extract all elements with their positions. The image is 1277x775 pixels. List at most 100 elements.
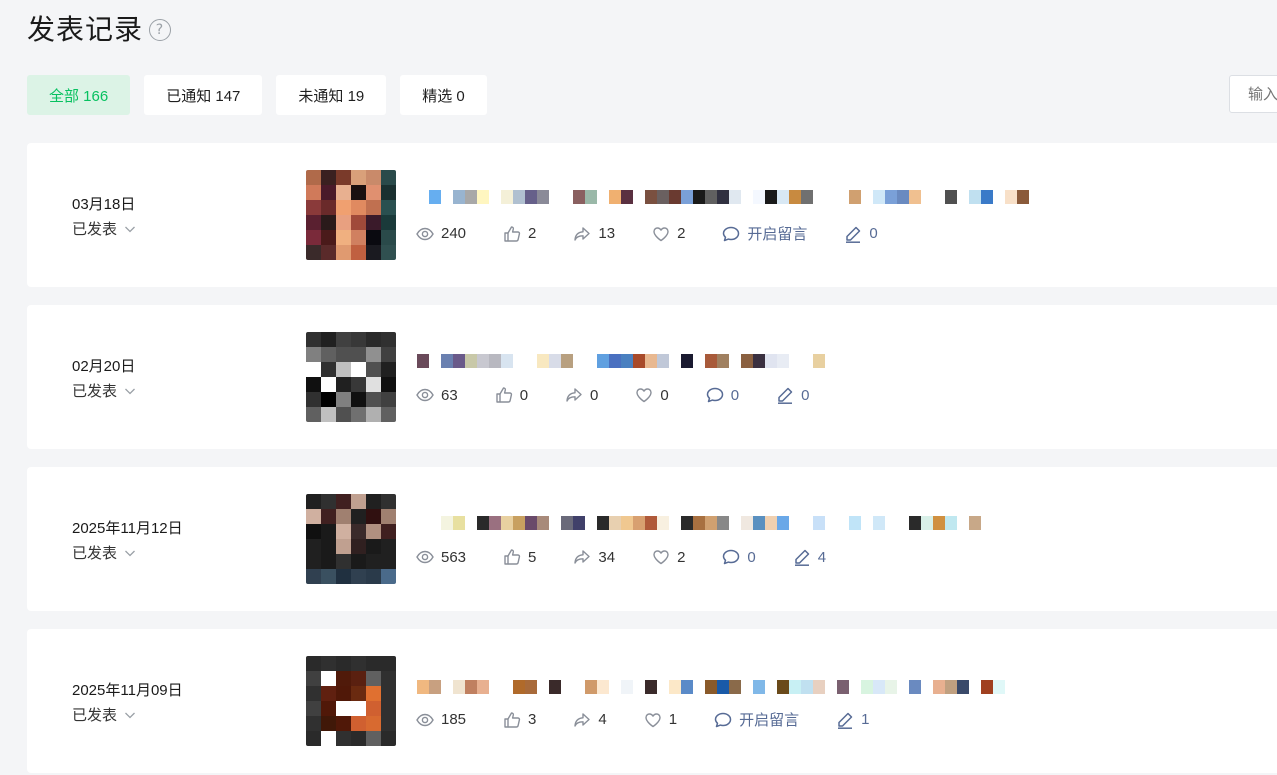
share-icon	[564, 385, 590, 405]
post-thumbnail[interactable]	[306, 332, 396, 422]
post-status-label: 已发表	[72, 545, 118, 562]
like-count: 3	[502, 710, 536, 730]
favorite-count: 0	[634, 385, 669, 405]
post-stats: 63 0 0 0 0 0	[415, 385, 845, 405]
post-status-dropdown[interactable]: 已发表	[72, 704, 137, 725]
thumb-up-icon	[502, 224, 528, 244]
share-icon	[572, 547, 598, 567]
chevron-down-icon	[123, 708, 137, 722]
note-link[interactable]: 4	[792, 547, 826, 567]
like-count: 2	[502, 224, 536, 244]
like-count-value: 2	[528, 225, 537, 242]
comment-link[interactable]: 开启留言	[721, 223, 807, 244]
share-count: 13	[572, 224, 615, 244]
comment-link-value: 0	[730, 386, 740, 404]
page-title-text: 发表记录	[27, 14, 144, 45]
post-status-label: 已发表	[72, 707, 118, 724]
note-link[interactable]: 0	[775, 385, 809, 405]
favorite-count-value: 2	[677, 548, 686, 566]
tab-notified[interactable]: 已通知 147	[144, 75, 263, 115]
note-link-value: 1	[861, 711, 870, 728]
post-status-dropdown[interactable]: 已发表	[72, 542, 137, 563]
help-icon[interactable]: ?	[149, 19, 172, 41]
eye-icon	[415, 385, 441, 405]
eye-icon	[415, 224, 441, 244]
post-status-label: 已发表	[72, 221, 118, 238]
post-thumbnail[interactable]	[306, 656, 396, 746]
thumb-up-icon	[502, 710, 528, 730]
share-count-value: 13	[598, 225, 616, 242]
heart-icon	[643, 710, 669, 730]
favorite-count-value: 1	[668, 711, 678, 728]
note-link[interactable]: 0	[843, 224, 878, 244]
share-count-value: 4	[598, 711, 607, 728]
heart-icon	[651, 547, 677, 567]
post-card[interactable]: 02月20日已发表 63 0 0 0 0 0	[27, 305, 1277, 449]
post-title-blurred[interactable]	[417, 353, 825, 369]
chevron-down-icon	[123, 222, 137, 236]
like-count-value: 0	[519, 386, 529, 404]
post-stats: 185 3 4 1 开启留言 1	[415, 709, 905, 730]
share-count-value: 0	[590, 386, 599, 404]
post-card[interactable]: 2025年11月12日 已发表 563 5 34 2 0 4	[27, 467, 1277, 611]
search-input[interactable]	[1229, 75, 1277, 113]
post-date: 2025年11月12日	[72, 520, 183, 537]
chevron-down-icon	[123, 546, 137, 560]
post-status-dropdown[interactable]: 已发表	[72, 218, 137, 239]
page-title: 发表记录 ?	[27, 8, 172, 48]
comment-link[interactable]: 开启留言	[713, 709, 799, 730]
note-link[interactable]: 1	[835, 710, 869, 730]
view-count-value: 63	[441, 386, 458, 404]
comment-icon	[713, 710, 739, 730]
comment-icon	[721, 547, 747, 567]
share-icon	[572, 224, 598, 244]
filter-tabs: 全部 166 已通知 147 未通知 19 精选 0	[27, 75, 487, 115]
post-title-blurred[interactable]	[417, 515, 981, 531]
post-thumbnail[interactable]	[306, 170, 396, 260]
favorite-count: 2	[651, 224, 685, 244]
tab-featured[interactable]: 精选 0	[400, 75, 487, 115]
comment-icon	[721, 224, 747, 244]
view-count-value: 563	[441, 548, 467, 566]
comment-link-value: 开启留言	[747, 226, 808, 243]
share-count: 0	[564, 385, 598, 405]
share-icon	[572, 710, 598, 730]
note-link-value: 0	[869, 225, 878, 242]
comment-link-value: 开启留言	[739, 712, 800, 729]
post-status-dropdown[interactable]: 已发表	[72, 380, 137, 401]
edit-icon	[775, 385, 801, 405]
chevron-down-icon	[123, 384, 137, 398]
share-count: 34	[572, 547, 615, 567]
favorite-count-value: 2	[677, 225, 686, 242]
view-count-value: 240	[441, 225, 467, 242]
post-stats: 563 5 34 2 0 4	[415, 547, 862, 567]
tab-all[interactable]: 全部 166	[27, 75, 131, 115]
post-card[interactable]: 03月18日 已发表 240 2 13 2 开启留言 0	[27, 143, 1277, 287]
favorite-count: 1	[643, 710, 677, 730]
post-card[interactable]: 2025年11月09日 已发表 185 3 4 1 开启留言 1	[27, 629, 1277, 773]
like-count-value: 3	[528, 711, 537, 728]
comment-link-value: 0	[747, 548, 756, 566]
post-stats: 240 2 13 2 开启留言 0	[415, 223, 914, 244]
post-thumbnail[interactable]	[306, 494, 396, 584]
post-title-blurred[interactable]	[417, 189, 1029, 205]
comment-link[interactable]: 0	[705, 385, 739, 405]
post-date: 02月20日	[72, 358, 136, 375]
view-count-value: 185	[441, 711, 467, 728]
comment-link[interactable]: 0	[721, 547, 756, 567]
tab-not-notified[interactable]: 未通知 19	[276, 75, 387, 115]
note-link-value: 4	[817, 548, 827, 566]
thumb-up-icon	[494, 385, 520, 405]
eye-icon	[415, 710, 441, 730]
favorite-count-value: 0	[660, 386, 669, 404]
eye-icon	[415, 547, 441, 567]
thumb-up-icon	[502, 547, 528, 567]
view-count: 240	[415, 224, 466, 244]
heart-icon	[651, 224, 677, 244]
edit-icon	[835, 710, 861, 730]
comment-icon	[705, 385, 731, 405]
like-count-value: 5	[528, 548, 537, 566]
like-count: 5	[502, 547, 536, 567]
post-title-blurred[interactable]	[417, 679, 1005, 695]
view-count: 185	[415, 710, 466, 730]
